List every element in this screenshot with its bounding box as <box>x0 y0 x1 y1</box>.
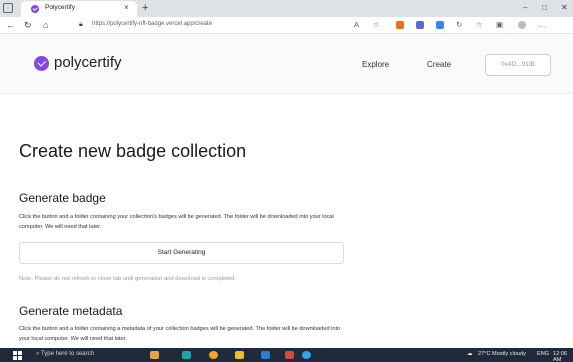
taskbar-edge-icon[interactable] <box>182 351 191 359</box>
taskbar-search-input[interactable]: ⌕ Type here to search <box>36 351 94 358</box>
lock-icon[interactable]: 🔒︎ <box>79 19 83 31</box>
wallet-address-button[interactable]: 0x4D...91fB <box>485 54 551 76</box>
generation-note: Note: Please do not refresh or close tab… <box>19 276 236 282</box>
tab-title: Polycertify <box>45 4 75 11</box>
generate-metadata-description: Click the button and a folder containing… <box>19 326 341 342</box>
extension-icon[interactable] <box>416 21 424 29</box>
new-tab-button[interactable]: + <box>142 1 148 15</box>
generate-badge-heading: Generate badge <box>19 191 106 205</box>
browser-tab-strip: Polycertify × + – □ ✕ <box>0 0 573 17</box>
url-field[interactable]: https://polycertify-nft-badge.vercel.app… <box>92 21 212 27</box>
generate-metadata-heading: Generate metadata <box>19 304 123 318</box>
profile-avatar-icon[interactable] <box>518 21 526 29</box>
site-header: polycertify Explore Create 0x4D...91fB <box>0 34 573 94</box>
brand-name[interactable]: polycertify <box>54 54 122 71</box>
close-tab-icon[interactable]: × <box>124 3 129 13</box>
tab-actions-icon[interactable] <box>3 3 13 13</box>
refresh-icon[interactable]: ↻ <box>24 19 32 31</box>
favorites-bar-icon[interactable]: ☆ <box>476 19 483 31</box>
nav-explore-link[interactable]: Explore <box>362 60 389 69</box>
taskbar-search-placeholder: Type here to search <box>40 351 94 357</box>
taskbar-explorer-icon[interactable] <box>235 351 244 359</box>
nav-create-link[interactable]: Create <box>427 60 451 69</box>
taskbar-chrome-icon[interactable] <box>209 351 218 359</box>
windows-start-icon[interactable] <box>13 351 22 360</box>
favorite-icon[interactable]: ☆ <box>373 19 380 31</box>
browser-tab[interactable]: Polycertify × <box>21 1 137 17</box>
home-icon[interactable]: ⌂ <box>43 19 48 31</box>
taskbar-powerpoint-icon[interactable] <box>285 351 294 359</box>
metamask-extension-icon[interactable] <box>396 21 404 29</box>
more-menu-icon[interactable]: … <box>538 19 546 31</box>
minimize-icon[interactable]: – <box>523 2 527 14</box>
polycertify-logo-icon[interactable] <box>34 56 49 71</box>
clock[interactable]: 12:06 AM <box>553 351 573 362</box>
language-indicator[interactable]: ENG <box>537 351 549 357</box>
maximize-icon[interactable]: □ <box>542 2 547 14</box>
address-bar-row: ← ↻ ⌂ 🔒︎ https://polycertify-nft-badge.v… <box>0 17 573 34</box>
read-aloud-icon[interactable]: A <box>354 19 359 31</box>
weather-icon[interactable]: ☁ <box>467 351 473 357</box>
generate-badge-description: Click the button and a folder containing… <box>19 214 334 230</box>
weather-status[interactable]: 27°C Mostly cloudy <box>478 351 526 357</box>
collections-icon[interactable]: ▣ <box>496 19 503 31</box>
refresh-page-icon[interactable]: ↻ <box>456 19 462 31</box>
page-title: Create new badge collection <box>19 141 247 161</box>
taskbar-skype-icon[interactable] <box>302 351 311 359</box>
windows-taskbar: ⌕ Type here to search ☁ 27°C Mostly clou… <box>0 348 573 362</box>
close-window-icon[interactable]: ✕ <box>561 2 568 14</box>
start-generating-button[interactable]: Start Generating <box>19 242 344 264</box>
polycertify-favicon-icon <box>31 5 39 13</box>
back-icon[interactable]: ← <box>6 19 15 31</box>
taskbar-word-icon[interactable] <box>261 351 270 359</box>
taskbar-app-icon[interactable] <box>150 351 159 359</box>
extension-icon[interactable] <box>436 21 444 29</box>
